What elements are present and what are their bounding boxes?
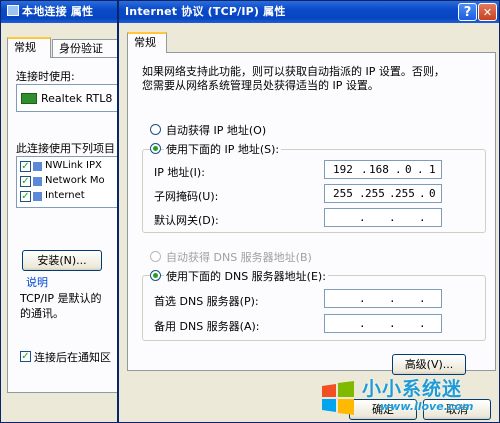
manual-ip-label: 使用下面的 IP 地址(S): <box>164 141 282 157</box>
adapter-name: Realtek RTL8 <box>41 92 113 105</box>
manual-dns-radio[interactable] <box>150 270 161 281</box>
auto-ip-radio[interactable] <box>150 124 161 135</box>
description-label: 说明 <box>26 276 48 289</box>
subnet-octet-4: 0 <box>429 187 436 200</box>
connect-using-label: 连接时使用: <box>16 70 75 83</box>
subnet-octet-3: 255 <box>395 187 415 200</box>
ip-dot: . <box>417 163 424 176</box>
preferred-dns-label: 首选 DNS 服务器(P): <box>154 295 259 308</box>
ip-octet-4: 1 <box>429 163 436 176</box>
back-tab-auth[interactable]: 身份验证 <box>52 39 127 57</box>
local-connection-properties-window: 本地连接 属性 常规 身份验证 连接时使用: Realtek RTL8 此连接使… <box>0 0 137 423</box>
intro-line-2: 您需要从网络系统管理员处获得适当的 IP 设置。 <box>142 79 379 92</box>
tcpip-window-titlebar[interactable]: Internet 协议 (TCP/IP) 属性 <box>119 1 499 23</box>
subnet-mask-input[interactable]: 255 . 255 . 255 . 0 <box>324 184 442 203</box>
description-text-2: 的通讯。 <box>20 307 64 320</box>
alternate-dns-input[interactable]: . . . <box>324 314 442 333</box>
auto-dns-radio[interactable] <box>150 251 161 262</box>
auto-dns-label: 自动获得 DNS 服务器地址(B) <box>166 251 312 264</box>
install-button[interactable]: 安装(N)... <box>22 250 102 271</box>
subnet-octet-2: 255 <box>365 187 385 200</box>
ip-dot: . <box>389 292 396 305</box>
auto-ip-label: 自动获得 IP 地址(O) <box>166 124 267 137</box>
subnet-octet-1: 255 <box>333 187 353 200</box>
ip-dot: . <box>419 317 426 330</box>
ip-octet-1: 192 <box>333 163 353 176</box>
component-icon <box>33 192 42 201</box>
notify-checkbox[interactable]: ✓ <box>20 351 31 362</box>
ip-dot: . <box>359 211 366 224</box>
ip-dot: . <box>395 163 402 176</box>
back-tab-general[interactable]: 常规 <box>7 37 51 58</box>
item-checkbox[interactable]: ✓ <box>20 191 31 202</box>
items-label: 此连接使用下列项目 <box>16 142 115 155</box>
ip-address-label: IP 地址(I): <box>154 166 205 179</box>
notify-checkbox-label: 连接后在通知区 <box>34 351 111 364</box>
manual-ip-radio[interactable] <box>150 143 161 154</box>
close-button[interactable]: ✕ <box>478 3 497 21</box>
network-icon <box>7 5 19 16</box>
ip-dot: . <box>359 292 366 305</box>
help-button[interactable]: ? <box>458 3 477 21</box>
item-label: Internet <box>45 190 85 201</box>
gateway-label: 默认网关(D): <box>154 214 219 227</box>
ip-octet-3: 0 <box>405 163 412 176</box>
ip-dot: . <box>389 317 396 330</box>
item-label: Network Mo <box>45 175 105 186</box>
tcpip-tab-panel: 如果网络支持此功能，则可以获取自动指派的 IP 设置。否则， 您需要从网络系统管… <box>127 52 496 375</box>
ip-dot: . <box>361 163 368 176</box>
preferred-dns-input[interactable]: . . . <box>324 289 442 308</box>
watermark-brand: 小小系统迷 <box>362 378 463 400</box>
windows-logo-icon <box>322 381 354 415</box>
watermark-url: www.llove.com <box>380 400 474 413</box>
back-window-titlebar[interactable]: 本地连接 属性 <box>1 1 126 23</box>
ip-dot: . <box>419 211 426 224</box>
alternate-dns-label: 备用 DNS 服务器(A): <box>154 320 260 333</box>
item-checkbox[interactable]: ✓ <box>20 176 31 187</box>
subnet-mask-label: 子网掩码(U): <box>154 190 219 203</box>
item-checkbox[interactable]: ✓ <box>20 161 31 172</box>
ip-address-input[interactable]: 192 . 168 . 0 . 1 <box>324 160 442 179</box>
ip-octet-2: 168 <box>369 163 389 176</box>
gateway-input[interactable]: . . . <box>324 208 442 227</box>
ip-dot: . <box>419 292 426 305</box>
manual-dns-label: 使用下面的 DNS 服务器地址(E): <box>164 268 328 284</box>
adapter-icon <box>21 93 37 104</box>
component-icon <box>33 162 42 171</box>
back-window-title: 本地连接 属性 <box>22 5 94 18</box>
component-icon <box>33 177 42 186</box>
tab-general[interactable]: 常规 <box>127 32 167 53</box>
tcpip-window-title: Internet 协议 (TCP/IP) 属性 <box>125 5 286 18</box>
item-label: NWLink IPX <box>45 160 102 171</box>
ip-dot: . <box>419 187 426 200</box>
description-text-1: TCP/IP 是默认的 <box>20 292 102 305</box>
tcpip-properties-window: Internet 协议 (TCP/IP) 属性 ? ✕ 常规 如果网络支持此功能… <box>117 0 500 423</box>
ip-dot: . <box>359 317 366 330</box>
ip-dot: . <box>389 211 396 224</box>
watermark: 小小系统迷 www.llove.com <box>318 370 500 423</box>
